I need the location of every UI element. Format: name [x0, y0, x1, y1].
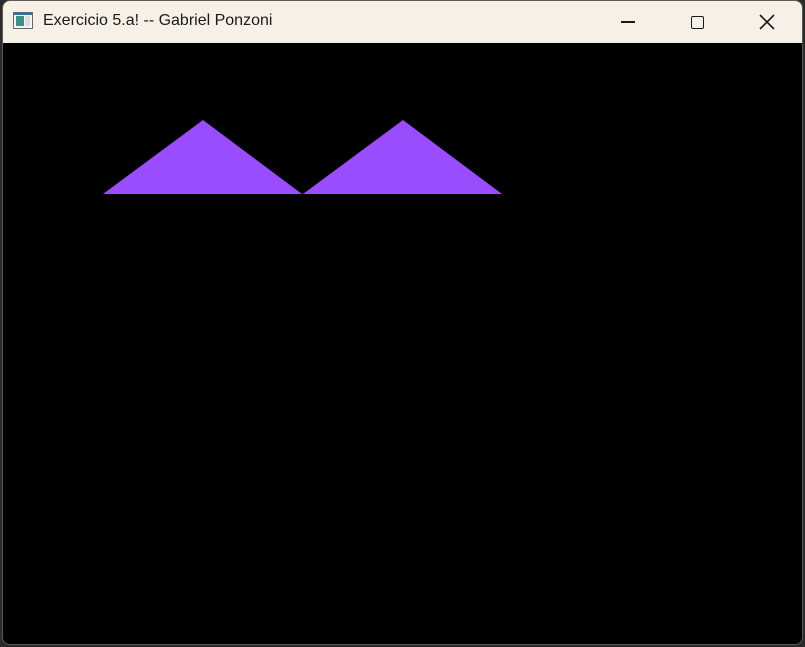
- title-bar[interactable]: Exercicio 5.a! -- Gabriel Ponzoni: [3, 1, 802, 43]
- maximize-icon: [690, 15, 704, 29]
- close-button[interactable]: [744, 1, 790, 43]
- window-title: Exercicio 5.a! -- Gabriel Ponzoni: [43, 12, 273, 29]
- triangle-left: [103, 120, 302, 194]
- maximize-button[interactable]: [674, 1, 720, 43]
- close-icon: [759, 14, 775, 30]
- triangle-right: [303, 120, 502, 194]
- render-surface: [103, 120, 502, 194]
- app-icon[interactable]: [13, 12, 33, 29]
- minimize-icon: [621, 21, 635, 23]
- minimize-button[interactable]: [605, 1, 651, 43]
- app-window: Exercicio 5.a! -- Gabriel Ponzoni: [2, 0, 803, 645]
- opengl-canvas[interactable]: [3, 43, 802, 644]
